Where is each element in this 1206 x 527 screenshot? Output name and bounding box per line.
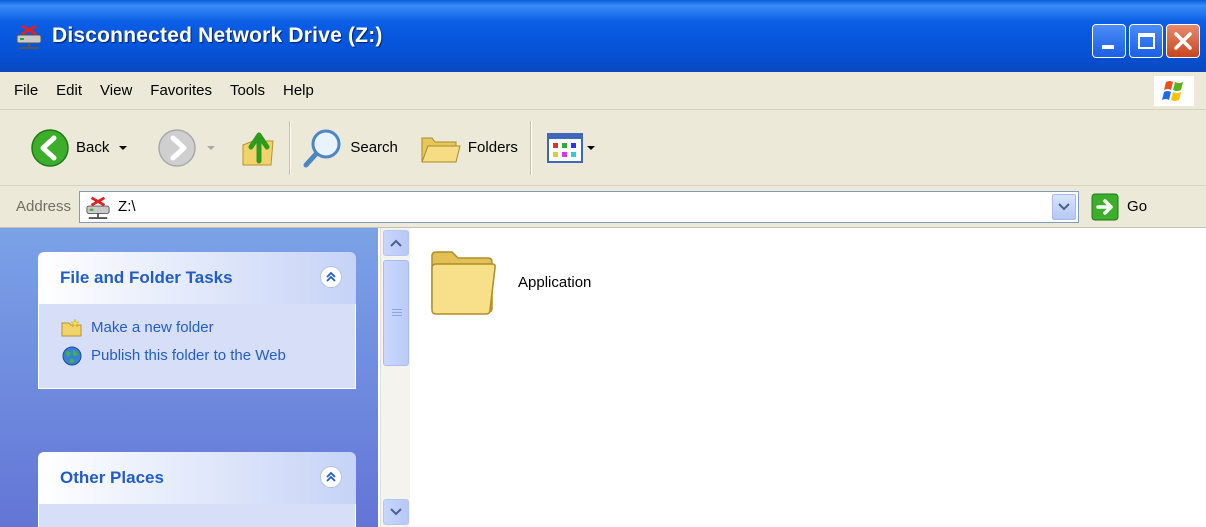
folders-icon bbox=[421, 137, 461, 162]
new-folder-icon bbox=[61, 318, 82, 337]
menu-edit[interactable]: Edit bbox=[56, 82, 82, 99]
toolbar: Back Search Folders bbox=[0, 110, 1206, 186]
folders-label: Folders bbox=[467, 139, 518, 156]
address-value: Z:\ bbox=[118, 198, 136, 215]
forward-dropdown-icon[interactable] bbox=[207, 145, 216, 150]
make-new-folder-label: Make a new folder bbox=[91, 319, 214, 336]
views-button[interactable] bbox=[546, 132, 595, 164]
chevron-down-icon bbox=[1058, 202, 1070, 210]
file-list: Application bbox=[410, 228, 1206, 527]
folders-button[interactable]: Folders bbox=[420, 130, 518, 166]
folder-item-application[interactable]: Application bbox=[428, 246, 591, 318]
file-folder-tasks-panel: File and Folder Tasks Make a new folder bbox=[38, 252, 356, 389]
back-label: Back bbox=[76, 139, 110, 156]
maximize-button[interactable] bbox=[1129, 24, 1163, 58]
collapse-button[interactable] bbox=[320, 466, 342, 488]
back-dropdown-icon[interactable] bbox=[119, 145, 128, 150]
address-bar: Address Z:\ Go bbox=[0, 186, 1206, 228]
search-button[interactable]: Search bbox=[302, 127, 398, 169]
address-input[interactable]: Z:\ bbox=[79, 190, 1080, 223]
task-pane: File and Folder Tasks Make a new folder bbox=[0, 228, 378, 527]
file-folder-tasks-body: Make a new folder Publish this folder to… bbox=[38, 304, 356, 389]
minimize-button[interactable] bbox=[1092, 24, 1126, 58]
window-title: Disconnected Network Drive (Z:) bbox=[52, 24, 383, 47]
minimize-icon bbox=[1102, 45, 1114, 49]
scroll-grip bbox=[392, 312, 402, 313]
scroll-thumb[interactable] bbox=[383, 260, 409, 366]
other-places-header[interactable]: Other Places bbox=[38, 452, 356, 504]
make-new-folder-link[interactable]: Make a new folder bbox=[61, 318, 355, 338]
folder-label: Application bbox=[518, 274, 592, 291]
vertical-scrollbar[interactable] bbox=[380, 228, 410, 527]
menu-tools[interactable]: Tools bbox=[230, 82, 265, 99]
views-dropdown-icon[interactable] bbox=[586, 145, 595, 150]
scroll-grip bbox=[392, 309, 402, 310]
other-places-body bbox=[38, 504, 356, 527]
other-places-panel: Other Places bbox=[38, 452, 356, 527]
folder-icon bbox=[431, 251, 496, 315]
chevron-up-icon bbox=[326, 271, 336, 282]
search-icon bbox=[303, 129, 341, 167]
network-drive-icon bbox=[86, 196, 110, 219]
menu-bar: File Edit View Favorites Tools Help bbox=[0, 72, 1206, 110]
scroll-down-icon bbox=[390, 508, 402, 516]
toolbar-separator bbox=[529, 120, 531, 175]
collapse-button[interactable] bbox=[320, 266, 342, 288]
up-folder-icon bbox=[242, 132, 274, 165]
menu-help[interactable]: Help bbox=[283, 82, 314, 99]
menu-file[interactable]: File bbox=[14, 82, 38, 99]
scroll-down-button[interactable] bbox=[383, 499, 409, 525]
views-icon bbox=[546, 132, 583, 163]
publish-folder-link[interactable]: Publish this folder to the Web bbox=[61, 346, 301, 366]
up-folder-button[interactable] bbox=[239, 127, 277, 169]
publish-folder-label: Publish this folder to the Web bbox=[91, 347, 286, 364]
forward-arrow-icon bbox=[158, 128, 197, 167]
address-dropdown-button[interactable] bbox=[1052, 193, 1077, 220]
title-bar[interactable]: Disconnected Network Drive (Z:) bbox=[0, 0, 1206, 72]
address-label: Address bbox=[16, 198, 72, 215]
scroll-up-button[interactable] bbox=[383, 230, 409, 256]
file-folder-tasks-header[interactable]: File and Folder Tasks bbox=[38, 252, 356, 304]
network-drive-icon bbox=[16, 24, 42, 49]
menu-view[interactable]: View bbox=[100, 82, 132, 99]
go-button[interactable]: Go bbox=[1091, 193, 1147, 221]
maximize-icon bbox=[1138, 33, 1155, 49]
windows-logo-icon bbox=[1154, 76, 1194, 106]
back-button[interactable]: Back bbox=[30, 128, 128, 168]
globe-icon bbox=[62, 346, 82, 366]
go-label: Go bbox=[1127, 198, 1148, 215]
back-arrow-icon bbox=[31, 128, 69, 167]
other-places-title: Other Places bbox=[60, 468, 164, 487]
scroll-up-icon bbox=[390, 239, 402, 247]
toolbar-separator bbox=[289, 120, 291, 175]
go-arrow-icon bbox=[1091, 193, 1119, 220]
search-label: Search bbox=[350, 139, 398, 156]
menu-favorites[interactable]: Favorites bbox=[150, 82, 212, 99]
close-button[interactable] bbox=[1166, 24, 1200, 58]
forward-button[interactable] bbox=[157, 128, 216, 168]
close-icon bbox=[1174, 32, 1192, 50]
scroll-grip bbox=[392, 315, 402, 316]
chevron-up-icon bbox=[326, 471, 336, 482]
file-folder-tasks-title: File and Folder Tasks bbox=[60, 268, 233, 287]
